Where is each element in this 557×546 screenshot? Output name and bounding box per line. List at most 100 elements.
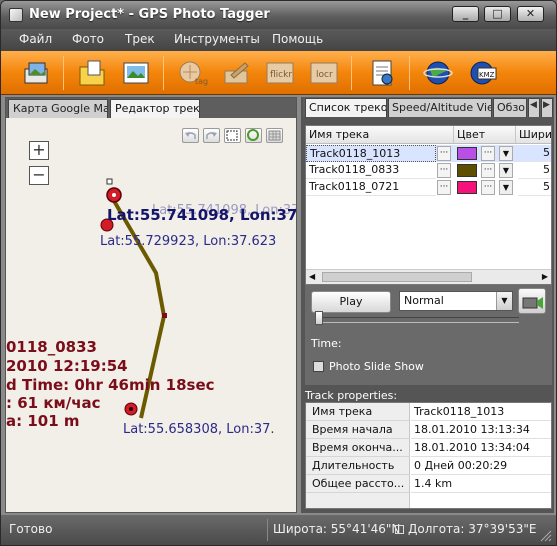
playback-speed-value: Normal: [404, 294, 444, 307]
track-name-edit-button[interactable]: ···: [437, 180, 451, 195]
scroll-thumb[interactable]: [322, 272, 472, 282]
slider-thumb[interactable]: [315, 311, 323, 325]
track-row[interactable]: Track0118_0833 ··· ··· ▼ 5: [306, 162, 551, 179]
tab-overview[interactable]: Обзо: [493, 98, 527, 117]
menu-file[interactable]: Файл: [19, 32, 52, 46]
flickr-upload-button[interactable]: flickr: [263, 57, 297, 89]
photo-icon: [123, 62, 149, 84]
track-color-dropdown[interactable]: ▼: [499, 163, 513, 178]
map-pane: Карта Google Map Редактор трека + − Lat:…: [5, 97, 297, 513]
camera-icon: [522, 297, 543, 309]
track-list-hscrollbar[interactable]: ◀ ▶: [306, 269, 551, 284]
close-button[interactable]: ✕: [517, 6, 544, 22]
track-vertex-handle[interactable]: [162, 313, 167, 318]
open-folder-button[interactable]: [75, 57, 109, 89]
toolbar-separator: [163, 56, 164, 90]
track-color-dropdown[interactable]: ▼: [499, 180, 513, 195]
kmz-export-icon: KMZ: [470, 61, 497, 85]
right-tab-bar: Список треков Speed/Altitude View Обзо ◀…: [303, 97, 554, 117]
slideshow-label: Photo Slide Show: [329, 360, 424, 373]
track-color-edit-button[interactable]: ···: [481, 163, 495, 178]
camera-settings-button[interactable]: [518, 288, 546, 314]
track-color-swatch[interactable]: [457, 181, 477, 194]
track-color-edit-button[interactable]: ···: [481, 146, 495, 161]
property-filler: [306, 493, 410, 508]
track-vertex-handle[interactable]: [106, 178, 113, 185]
status-bar: Готово Широта: 55°41'46"N Долгота: 37°39…: [1, 515, 556, 545]
track-name: Track0118_1013: [306, 145, 436, 162]
waypoint-marker-center: [129, 407, 133, 411]
property-value[interactable]: 18.01.2010 13:34:04: [411, 439, 551, 457]
property-value[interactable]: 18.01.2010 13:13:34: [411, 421, 551, 439]
tab-track-editor[interactable]: Редактор трека: [110, 99, 200, 118]
column-header-width[interactable]: Шири: [516, 126, 551, 144]
track-color-edit-button[interactable]: ···: [481, 180, 495, 195]
track-info-date: 2010 12:19:54: [6, 357, 128, 375]
property-key: Общее рассто...: [306, 475, 410, 493]
toolbar-separator: [351, 56, 352, 90]
status-ready: Готово: [9, 522, 53, 536]
track-width: 5: [518, 145, 551, 162]
geotag-icon: tag: [179, 61, 208, 86]
column-header-color[interactable]: Цвет: [454, 126, 516, 144]
photo-button[interactable]: [119, 57, 153, 89]
slideshow-checkbox[interactable]: [313, 361, 324, 372]
play-button[interactable]: Play: [311, 291, 391, 313]
track-row[interactable]: Track0118_1013 ··· ··· ▼ 5: [306, 145, 551, 162]
track-color-swatch[interactable]: [457, 164, 477, 177]
tab-track-list[interactable]: Список треков: [305, 98, 387, 117]
status-latitude: Широта: 55°41'46"N: [273, 522, 401, 536]
export-button[interactable]: [365, 57, 399, 89]
property-value[interactable]: 0 Дней 00:20:29: [411, 457, 551, 475]
kmz-export-button[interactable]: KMZ: [465, 57, 499, 89]
scroll-left-icon[interactable]: ◀: [309, 272, 315, 281]
minimize-button[interactable]: _: [452, 6, 479, 22]
tab-google-map[interactable]: Карта Google Map: [8, 99, 108, 118]
flickr-upload-icon: flickr: [266, 62, 294, 84]
menu-help[interactable]: Помощь: [272, 32, 323, 46]
google-earth-icon: [423, 61, 453, 85]
title-bar: New Project* - GPS Photo Tagger _ □ ✕: [1, 1, 556, 29]
track-name-edit-button[interactable]: ···: [437, 163, 451, 178]
property-value[interactable]: 1.4 km: [411, 475, 551, 493]
track-info-name: 0118_0833: [6, 338, 97, 356]
property-value[interactable]: Track0118_1013: [411, 403, 551, 421]
property-row[interactable]: Время оконча... 18.01.2010 13:34:04: [306, 439, 551, 457]
track-name: Track0118_0833: [306, 162, 436, 179]
scroll-right-icon[interactable]: ▶: [542, 272, 548, 281]
google-earth-button[interactable]: [421, 57, 455, 89]
locr-upload-icon: locr: [310, 62, 338, 84]
track-name-edit-button[interactable]: ···: [437, 146, 451, 161]
track-color-dropdown[interactable]: ▼: [499, 146, 513, 161]
chevron-right-icon: ▶: [543, 100, 550, 110]
resize-grip-icon[interactable]: [539, 529, 553, 543]
map-view[interactable]: + − Lat:55.741098, Lon:37.63 Lat:55.7410…: [6, 118, 296, 512]
property-row[interactable]: Общее рассто... 1.4 km: [306, 475, 551, 493]
property-key: Время начала: [306, 421, 410, 439]
playback-speed-select[interactable]: Normal ▼: [399, 291, 513, 311]
property-key: Длительность: [306, 457, 410, 475]
tab-scroll-left[interactable]: ◀: [528, 98, 540, 117]
track-row[interactable]: Track0118_0721 ··· ··· ▼ 5: [306, 179, 551, 196]
column-header-name[interactable]: Имя трека: [306, 126, 454, 144]
property-row[interactable]: Время начала 18.01.2010 13:13:34: [306, 421, 551, 439]
tab-speed-altitude[interactable]: Speed/Altitude View: [388, 98, 492, 117]
property-row[interactable]: Имя трека Track0118_1013: [306, 403, 551, 421]
playback-slider[interactable]: [315, 311, 519, 325]
status-longitude: Долгота: 37°39'53"E: [408, 522, 537, 536]
tab-scroll-right[interactable]: ▶: [541, 98, 553, 117]
edit-button[interactable]: [219, 57, 253, 89]
svg-text:flickr: flickr: [270, 70, 292, 80]
property-row[interactable]: Длительность 0 Дней 00:20:29: [306, 457, 551, 475]
menu-track[interactable]: Трек: [125, 32, 155, 46]
geotag-button[interactable]: tag: [175, 57, 209, 89]
coord-label-start: Lat:55.729923, Lon:37.623: [100, 234, 277, 249]
add-photos-button[interactable]: [19, 57, 53, 89]
app-icon: [9, 8, 23, 22]
svg-text:tag: tag: [195, 77, 208, 86]
menu-photo[interactable]: Фото: [72, 32, 104, 46]
locr-upload-button[interactable]: locr: [307, 57, 341, 89]
maximize-button[interactable]: □: [484, 6, 511, 22]
menu-tools[interactable]: Инструменты: [174, 32, 260, 46]
track-color-swatch[interactable]: [457, 147, 477, 160]
